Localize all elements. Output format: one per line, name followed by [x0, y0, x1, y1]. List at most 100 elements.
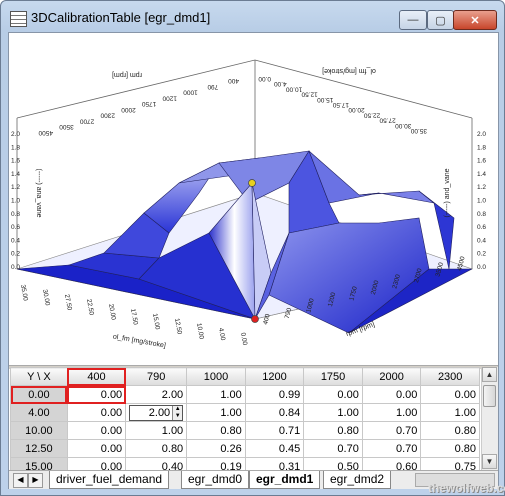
- table-cell[interactable]: 0.60: [361, 457, 422, 470]
- right-value-tick-label: 1.6: [477, 158, 486, 165]
- close-button[interactable]: ✕: [453, 10, 497, 30]
- table-cell[interactable]: 0.71: [244, 421, 305, 440]
- table-cell[interactable]: 0.45: [244, 439, 305, 458]
- table-cell[interactable]: 0.00: [66, 385, 127, 404]
- back-left-tick-label: 400: [228, 77, 239, 84]
- left-value-tick-label: 1.0: [11, 198, 20, 205]
- table-cell[interactable]: 0.70: [303, 439, 363, 458]
- right-value-tick-label: 1.4: [477, 171, 486, 178]
- minimize-button[interactable]: —: [399, 10, 427, 30]
- back-left-tick-label: 2700: [79, 117, 94, 124]
- left-value-label: (-----) ana_vane: [35, 168, 42, 217]
- column-header[interactable]: 1000: [186, 367, 246, 386]
- vertical-scrollbar[interactable]: ▲ ▼: [481, 367, 498, 470]
- column-header[interactable]: 400: [66, 367, 127, 386]
- front-left-axis-label: ol_fm [mg/stroke]: [112, 333, 166, 349]
- row-header[interactable]: 15.00: [10, 457, 68, 470]
- table-cell[interactable]: 0.80: [420, 421, 480, 440]
- watermark-text: thewolfweb.com: [428, 481, 505, 495]
- left-value-tick-label: 1.2: [11, 184, 20, 191]
- right-value-tick-label: 1.0: [477, 198, 486, 205]
- table-cell[interactable]: 0.00: [420, 385, 480, 404]
- tab-prev-icon[interactable]: ◀: [13, 473, 28, 488]
- right-value-tick-label: 1.8: [477, 144, 486, 151]
- column-header[interactable]: 1200: [244, 367, 305, 386]
- table-cell[interactable]: 0.00: [303, 385, 363, 404]
- table-cell[interactable]: 0.00: [66, 439, 127, 458]
- left-value-tick-label: 0.4: [11, 237, 20, 244]
- table-cell[interactable]: 0.00: [66, 457, 127, 470]
- column-header[interactable]: 2300: [420, 367, 480, 386]
- table-cell[interactable]: 0.00: [66, 421, 127, 440]
- table-cell[interactable]: 0.40: [125, 457, 188, 470]
- origin-point-marker[interactable]: [251, 315, 259, 323]
- table-cell[interactable]: 0.50: [303, 457, 363, 470]
- column-header[interactable]: 1750: [303, 367, 363, 386]
- row-header[interactable]: 0.00: [10, 385, 68, 404]
- surface-plot-3d[interactable]: rpm [rpm] ol_fm [mg/stroke] (-----) ana_…: [9, 33, 498, 365]
- tab-driver-fuel-demand[interactable]: driver_fuel_demand: [49, 471, 170, 489]
- table-cell[interactable]: 2.00: [125, 385, 188, 404]
- back-left-tick-label: 1000: [183, 89, 198, 96]
- back-right-tick-label: 20.00: [348, 106, 365, 113]
- maximize-button[interactable]: ▢: [427, 10, 454, 30]
- table-cell[interactable]: 0.80: [186, 421, 246, 440]
- table-cell[interactable]: 1.00: [361, 403, 422, 422]
- table-cell[interactable]: 0.75: [420, 457, 480, 470]
- right-value-tick-label: 0.0: [477, 264, 486, 271]
- tab-egr-dmd0[interactable]: egr_dmd0: [181, 471, 250, 489]
- table-cell[interactable]: 0.19: [186, 457, 246, 470]
- table-cell[interactable]: 1.00: [186, 385, 246, 404]
- table-cell[interactable]: 0.80: [420, 439, 480, 458]
- selected-point-marker[interactable]: [248, 179, 256, 187]
- table-cell[interactable]: 0.31: [244, 457, 305, 470]
- table-cell[interactable]: 0.84: [244, 403, 305, 422]
- tab-egr-dmd2[interactable]: egr_dmd2: [323, 471, 392, 489]
- row-header[interactable]: 10.00: [10, 421, 68, 440]
- left-value-tick-label: 0.8: [11, 211, 20, 218]
- back-right-tick-label: 17.50: [332, 101, 349, 108]
- column-header[interactable]: 2000: [361, 367, 422, 386]
- table-cell[interactable]: 1.00: [186, 403, 246, 422]
- front-left-tick-label: 30.00: [41, 289, 51, 307]
- table-cell[interactable]: 0.70: [361, 421, 422, 440]
- value-spin-editor[interactable]: 2.00 ▲ ▼: [129, 404, 184, 421]
- left-value-tick-label: 1.8: [11, 144, 20, 151]
- row-header[interactable]: 4.00: [10, 403, 68, 422]
- right-value-tick-label: 0.2: [477, 251, 486, 258]
- tab-egr-dmd1[interactable]: egr_dmd1: [249, 471, 321, 489]
- table-cell-editing[interactable]: 2.00 ▲ ▼: [125, 403, 188, 422]
- calibration-grid: Y \ X 400 790 1000 1200 1750 2000 2300 0…: [10, 367, 480, 470]
- data-table: Y \ X 400 790 1000 1200 1750 2000 2300 0…: [10, 367, 480, 470]
- back-left-tick-label: 3500: [59, 123, 74, 130]
- table-cell[interactable]: 0.26: [186, 439, 246, 458]
- back-left-tick-label: 790: [207, 83, 218, 90]
- scroll-up-icon[interactable]: ▲: [482, 367, 497, 382]
- back-left-axis-label: rpm [rpm]: [112, 71, 142, 78]
- front-left-tick-label: 0.00: [239, 332, 248, 346]
- right-value-tick-label: 0.4: [477, 237, 486, 244]
- front-left-tick-label: 27.50: [63, 294, 73, 312]
- table-row: 10.00 0.00 1.00 0.80 0.71 0.80 0.70 0.80: [10, 421, 480, 440]
- scroll-down-icon[interactable]: ▼: [482, 454, 497, 469]
- table-cell[interactable]: 0.99: [244, 385, 305, 404]
- right-value-tick-label: 2.0: [477, 131, 486, 138]
- table-cell[interactable]: 1.00: [125, 421, 188, 440]
- table-cell[interactable]: 1.00: [303, 403, 363, 422]
- row-header[interactable]: 12.50: [10, 439, 68, 458]
- table-cell[interactable]: 0.70: [361, 439, 422, 458]
- scroll-thumb[interactable]: [483, 385, 496, 407]
- title-bar[interactable]: 3DCalibrationTable [egr_dmd1] — ▢ ✕: [1, 1, 504, 33]
- spin-arrows-icon[interactable]: ▲ ▼: [172, 405, 183, 420]
- table-cell[interactable]: 0.00: [66, 403, 127, 422]
- table-cell[interactable]: 0.80: [303, 421, 363, 440]
- left-value-tick-label: 0.2: [11, 251, 20, 258]
- right-value-tick-label: 0.8: [477, 211, 486, 218]
- table-cell[interactable]: 1.00: [420, 403, 480, 422]
- front-left-tick-label: 10.00: [195, 323, 205, 341]
- tab-next-icon[interactable]: ▶: [28, 473, 43, 488]
- column-header[interactable]: 790: [125, 367, 188, 386]
- table-cell[interactable]: 0.00: [361, 385, 422, 404]
- table-cell[interactable]: 0.80: [125, 439, 188, 458]
- back-left-tick-label: 2000: [121, 106, 136, 113]
